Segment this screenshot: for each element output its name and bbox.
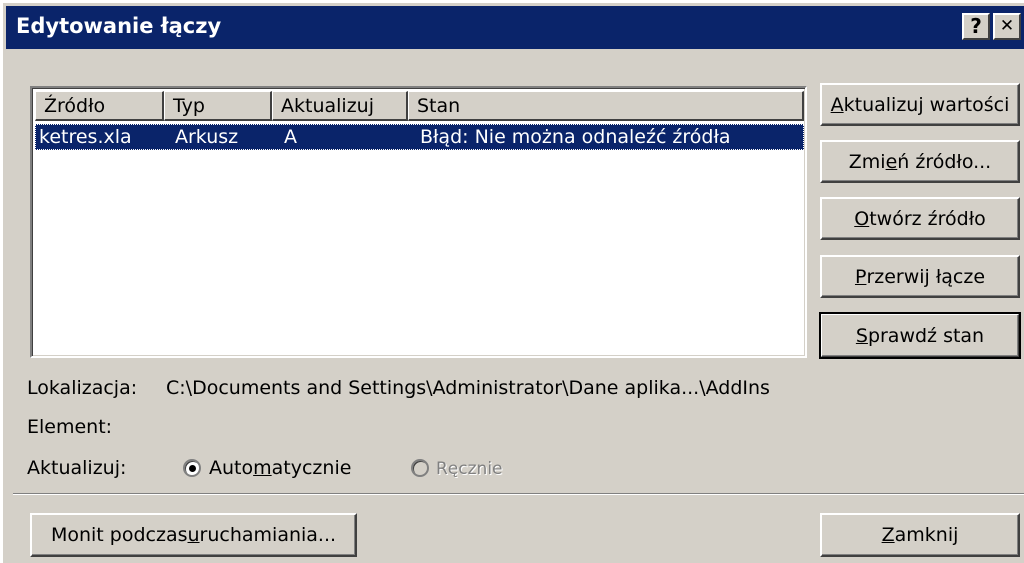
update-label: Aktualizuj: [27,457,127,479]
button-label: ruchamiania... [199,524,337,546]
button-accesskey: A [830,93,844,116]
button-accesskey: S [855,324,868,347]
check-status-button[interactable]: Sprawdź stan [819,312,1021,359]
row-status: Błąd: Nie można odnaleźć źródła [420,126,731,148]
button-accesskey: Z [881,524,895,546]
window-title: Edytowanie łączy [16,14,222,38]
radio-selected-dot [189,465,196,472]
table-row[interactable]: ketres.xla Arkusz A Błąd: Nie można odna… [35,124,804,150]
radio-accesskey: m [253,457,272,479]
row-type: Arkusz [175,126,239,148]
button-label: ń źródło... [897,150,992,173]
button-label: prawdź stan [867,324,985,347]
button-label: Zmi [848,150,886,173]
automatic-radio-label[interactable]: Automatycznie [209,457,351,479]
edit-links-dialog: Edytowanie łączy ? ✕ Źródło Typ Aktualiz… [0,0,1024,563]
location-label: Lokalizacja: [27,377,138,399]
manual-radio[interactable] [411,459,429,477]
item-label: Element: [27,416,113,438]
automatic-radio[interactable] [183,459,201,477]
button-accesskey: u [187,524,200,546]
separator [13,493,1024,495]
row-source: ketres.xla [39,126,132,148]
open-source-button[interactable]: Otwórz źródło [820,197,1020,240]
button-label: amknij [894,524,959,546]
button-label: ktualizuj wartości [843,93,1010,116]
startup-prompt-button[interactable]: Monit podczas u ruchamiania... [30,513,357,557]
change-source-button[interactable]: Zmi e ń źródło... [820,140,1020,183]
button-accesskey: P [854,265,867,288]
button-accesskey: O [854,207,870,230]
button-label: rzerwij łącze [866,265,986,288]
break-link-button[interactable]: Przerwij łącze [820,255,1020,298]
row-update: A [284,126,297,148]
column-header-update[interactable]: Aktualizuj [272,91,408,121]
close-button[interactable]: Zamknij [820,513,1020,557]
radio-label: Auto [209,457,254,479]
column-header-status[interactable]: Stan [408,91,804,121]
manual-radio-label: Ręcznie [436,459,503,479]
radio-label: atycznie [271,457,352,479]
location-value: C:\Documents and Settings\Administrator\… [166,377,770,399]
close-icon[interactable]: ✕ [993,13,1021,40]
links-list[interactable]: Źródło Typ Aktualizuj Stan ketres.xla Ar… [30,86,807,358]
button-label: Monit podczas [50,524,188,546]
update-values-button[interactable]: Aktualizuj wartości [820,83,1020,126]
button-accesskey: e [885,150,898,173]
title-bar: Edytowanie łączy ? ✕ [6,6,1024,49]
links-list-header: Źródło Typ Aktualizuj Stan [35,91,804,121]
column-header-type[interactable]: Typ [164,91,272,121]
column-header-source[interactable]: Źródło [35,91,164,121]
button-label: twórz źródło [869,207,986,230]
help-button[interactable]: ? [962,13,990,40]
